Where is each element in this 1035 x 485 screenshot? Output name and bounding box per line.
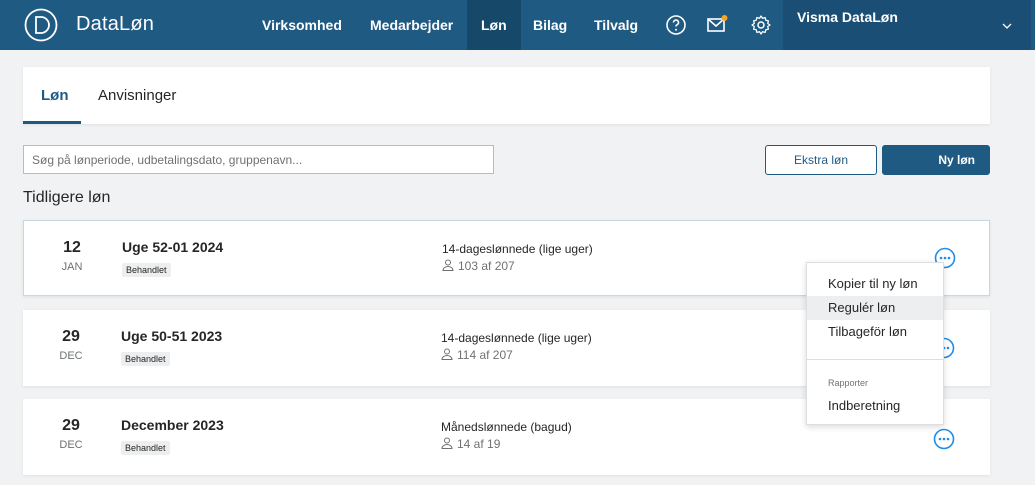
status-badge: Behandlet	[121, 352, 170, 366]
extra-payroll-button[interactable]: Ekstra løn	[765, 145, 877, 175]
user-menu[interactable]: Visma DataLøn	[783, 0, 1031, 50]
menu-item-adjust-payroll[interactable]: Regulér løn	[807, 296, 943, 320]
more-options-icon[interactable]	[933, 428, 955, 450]
payroll-group: 14-dageslønnede (lige uger)	[441, 331, 592, 345]
top-navigation: DataLøn Virksomhed Medarbejder Løn Bilag…	[0, 0, 1035, 50]
help-icon[interactable]	[664, 13, 688, 37]
tabs-bar: Løn Anvisninger	[23, 67, 990, 124]
nav-item-bilag[interactable]: Bilag	[533, 0, 567, 50]
section-title: Tidligere løn	[23, 189, 111, 206]
menu-item-copy-to-new-payroll[interactable]: Kopier til ny løn	[807, 272, 943, 296]
tab-anvisninger[interactable]: Anvisninger	[98, 87, 176, 104]
payroll-period: December 2023	[121, 417, 224, 433]
menu-section-header: Rapporter	[828, 378, 869, 388]
payroll-month: DEC	[59, 350, 83, 362]
settings-icon[interactable]	[749, 13, 773, 37]
user-name: Visma DataLøn	[797, 9, 898, 25]
new-payroll-button[interactable]: Ny løn	[882, 145, 990, 175]
search-input[interactable]	[23, 145, 494, 174]
chevron-down-icon	[1002, 23, 1012, 29]
payroll-day: 12	[63, 239, 81, 256]
status-badge: Behandlet	[121, 441, 170, 455]
payroll-group: Månedslønnede (bagud)	[441, 420, 572, 434]
employee-count-value: 103 af 207	[458, 259, 515, 273]
employee-count-value: 14 af 19	[457, 437, 501, 451]
payroll-day: 29	[62, 417, 80, 434]
employee-count: 14 af 19	[441, 437, 500, 451]
active-tab-indicator	[23, 121, 81, 124]
app-name[interactable]: DataLøn	[76, 13, 154, 36]
nav-item-virksomhed[interactable]: Virksomhed	[262, 0, 342, 50]
person-icon	[441, 348, 453, 360]
menu-divider	[807, 359, 943, 360]
payroll-month: JAN	[61, 261, 83, 273]
employee-count-value: 114 af 207	[457, 348, 513, 362]
datalon-logo-icon[interactable]	[24, 8, 58, 42]
payroll-context-menu: Kopier til ny løn Regulér løn Tilbageför…	[806, 262, 944, 425]
menu-item-report-filing[interactable]: Indberetning	[807, 394, 943, 418]
payroll-day: 29	[62, 328, 80, 345]
tab-lon[interactable]: Løn	[41, 87, 69, 104]
nav-item-tilvalg[interactable]: Tilvalg	[594, 0, 638, 50]
person-icon	[441, 437, 453, 449]
nav-item-medarbejder[interactable]: Medarbejder	[370, 0, 453, 50]
employee-count: 103 af 207	[442, 259, 515, 273]
payroll-period: Uge 52-01 2024	[122, 239, 224, 255]
menu-item-reverse-payroll[interactable]: Tilbageför løn	[807, 320, 943, 344]
status-badge: Behandlet	[122, 263, 171, 277]
payroll-group: 14-dageslønnede (lige uger)	[442, 242, 593, 256]
payroll-period: Uge 50-51 2023	[121, 328, 223, 344]
nav-item-lon[interactable]: Løn	[467, 0, 521, 50]
person-icon	[442, 259, 454, 271]
employee-count: 114 af 207	[441, 348, 513, 362]
mail-icon[interactable]	[705, 13, 729, 37]
payroll-month: DEC	[59, 439, 83, 451]
